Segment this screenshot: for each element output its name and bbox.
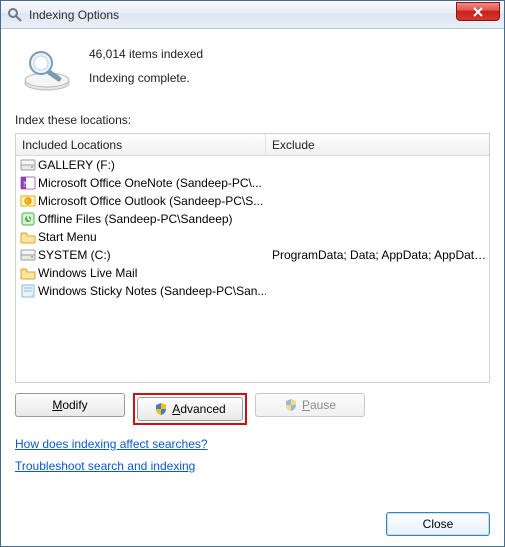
row-name: Start Menu (38, 230, 97, 244)
row-name: Microsoft Office OneNote (Sandeep-PC\... (38, 176, 262, 190)
search-drive-icon (19, 45, 75, 93)
pause-button: Pause (255, 393, 365, 417)
window-title: Indexing Options (29, 8, 119, 22)
status-row: 46,014 items indexed Indexing complete. (15, 39, 490, 109)
footer: Close (15, 500, 490, 536)
table-row[interactable]: Start Menu (16, 228, 489, 246)
offline-icon (20, 211, 36, 227)
link-troubleshoot[interactable]: Troubleshoot search and indexing (15, 459, 195, 473)
indexing-options-dialog: Indexing Options 46,014 items indexed In… (0, 0, 505, 547)
modify-button[interactable]: Modify (15, 393, 125, 417)
row-exclude: ProgramData; Data; AppData; AppData; ... (266, 248, 489, 262)
window-close-button[interactable] (456, 2, 500, 21)
index-state-text: Indexing complete. (89, 71, 203, 85)
advanced-highlight: Advanced (133, 393, 247, 425)
row-name: Windows Live Mail (38, 266, 137, 280)
shield-icon (154, 402, 168, 416)
sticky-icon (20, 283, 36, 299)
table-row[interactable]: SYSTEM (C:) ProgramData; Data; AppData; A… (16, 246, 489, 264)
client-area: 46,014 items indexed Indexing complete. … (1, 29, 504, 546)
row-name: SYSTEM (C:) (38, 248, 111, 262)
col-header-included[interactable]: Included Locations (16, 134, 266, 155)
table-row[interactable]: Windows Live Mail (16, 264, 489, 282)
shield-icon (284, 398, 298, 412)
locations-label: Index these locations: (15, 113, 490, 127)
row-name: Offline Files (Sandeep-PC\Sandeep) (38, 212, 233, 226)
row-name: GALLERY (F:) (38, 158, 115, 172)
close-button[interactable]: Close (386, 512, 490, 536)
advanced-button[interactable]: Advanced (137, 397, 243, 421)
table-row[interactable]: N Microsoft Office OneNote (Sandeep-PC\..… (16, 174, 489, 192)
help-links: How does indexing affect searches? Troub… (15, 437, 490, 473)
table-row[interactable]: Offline Files (Sandeep-PC\Sandeep) (16, 210, 489, 228)
drive-icon (20, 247, 36, 263)
locations-table: Included Locations Exclude GALLERY (F:) N… (15, 133, 490, 383)
outlook-icon (20, 193, 36, 209)
table-row[interactable]: Windows Sticky Notes (Sandeep-PC\San... (16, 282, 489, 300)
table-body: GALLERY (F:) N Microsoft Office OneNote (S… (16, 156, 489, 382)
table-row[interactable]: Microsoft Office Outlook (Sandeep-PC\S..… (16, 192, 489, 210)
folder-icon (20, 265, 36, 281)
titlebar: Indexing Options (1, 1, 504, 29)
row-name: Microsoft Office Outlook (Sandeep-PC\S..… (38, 194, 263, 208)
link-how-indexing[interactable]: How does indexing affect searches? (15, 437, 208, 451)
table-header: Included Locations Exclude (16, 134, 489, 156)
col-header-exclude[interactable]: Exclude (266, 134, 489, 155)
close-icon (473, 7, 483, 17)
row-name: Windows Sticky Notes (Sandeep-PC\San... (38, 284, 266, 298)
app-icon (7, 7, 23, 23)
table-row[interactable]: GALLERY (F:) (16, 156, 489, 174)
drive-icon (20, 157, 36, 173)
folder-icon (20, 229, 36, 245)
index-count-text: 46,014 items indexed (89, 47, 203, 61)
svg-text:N: N (23, 180, 29, 189)
button-row: Modify Advanced Pause (15, 393, 490, 425)
onenote-icon: N (20, 175, 36, 191)
